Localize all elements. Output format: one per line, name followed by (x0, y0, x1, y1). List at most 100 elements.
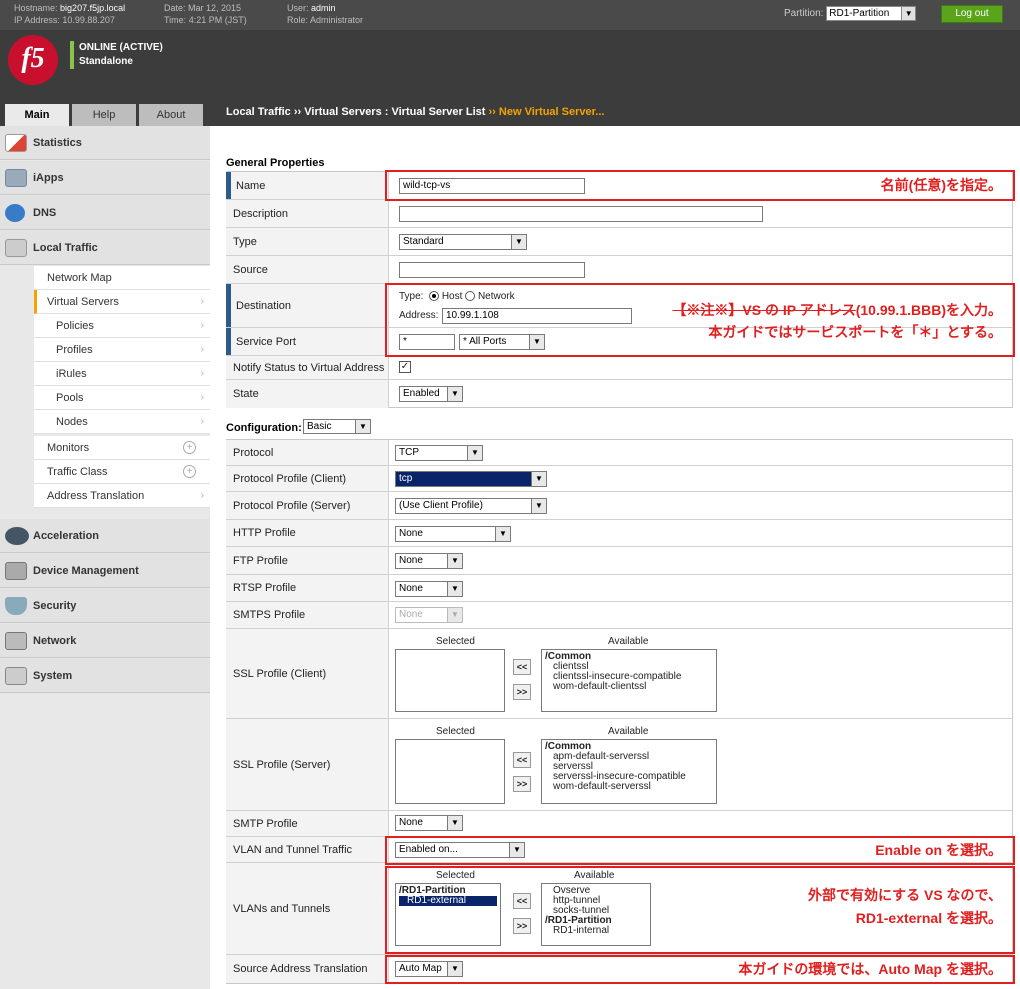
row-description: Description (226, 200, 1013, 228)
sidebar-label: Traffic Class (47, 466, 108, 478)
configuration-title: Configuration: (226, 422, 302, 434)
ssl-server-available-list[interactable]: /Common apm-default-serverssl serverssl … (541, 739, 717, 804)
chevron-right-icon: › (200, 392, 204, 403)
move-left-button[interactable]: << (513, 752, 531, 768)
date-info: Date: Mar 12, 2015 (164, 3, 241, 14)
name-label: Name (226, 172, 388, 199)
row-protocol: Protocol TCP ▼ (226, 440, 1013, 466)
chevron-down-icon: ▼ (531, 472, 546, 486)
list-item[interactable]: wom-default-serverssl (545, 782, 713, 792)
protocol-profile-client-select[interactable]: tcp ▼ (395, 471, 547, 487)
protocol-profile-server-value: (Use Client Profile) (399, 500, 483, 511)
sidebar-item-acceleration[interactable]: Acceleration (0, 519, 210, 553)
row-source: Source (226, 256, 1013, 284)
annotation-text-vlans-1: 外部で有効にする VS なので、 (807, 887, 1002, 903)
row-ssl-profile-client: SSL Profile (Client) Selected Available … (226, 629, 1013, 719)
sidebar-label: Profiles (56, 344, 93, 356)
list-item[interactable]: wom-default-clientssl (545, 682, 713, 692)
rtsp-profile-select[interactable]: None ▼ (395, 581, 463, 597)
protocol-profile-client-value: tcp (399, 473, 413, 484)
annotation-box-destination (385, 283, 1015, 357)
smtps-profile-value: None (399, 609, 423, 620)
ssl-client-selected-list[interactable] (395, 649, 505, 712)
device-status: ONLINE (ACTIVE) Standalone (70, 41, 163, 69)
notify-status-checkbox[interactable]: ✓ (399, 361, 411, 373)
configuration-mode-select[interactable]: Basic ▼ (303, 419, 371, 434)
state-select[interactable]: Enabled ▼ (399, 386, 463, 402)
add-icon[interactable]: + (183, 465, 196, 478)
tab-about[interactable]: About (139, 104, 203, 126)
chevron-right-icon: › (200, 368, 204, 379)
breadcrumb-local-traffic[interactable]: Local Traffic (226, 106, 291, 118)
sidebar-item-local-traffic[interactable]: Local Traffic (0, 231, 210, 265)
sidebar-item-statistics[interactable]: Statistics (0, 126, 210, 160)
row-ftp-profile: FTP Profile None ▼ (226, 547, 1013, 575)
type-label: Type (226, 228, 388, 255)
row-rtsp-profile: RTSP Profile None ▼ (226, 575, 1013, 602)
http-profile-label: HTTP Profile (226, 520, 388, 546)
http-profile-value: None (399, 528, 423, 539)
protocol-cell: TCP ▼ (388, 440, 1013, 465)
move-right-button[interactable]: >> (513, 684, 531, 700)
sidebar-item-irules[interactable]: iRules › (34, 362, 210, 386)
date-label: Date: (164, 3, 186, 13)
description-input[interactable] (399, 206, 763, 222)
protocol-profile-server-cell: (Use Client Profile) ▼ (388, 492, 1013, 519)
add-icon[interactable]: + (183, 441, 196, 454)
breadcrumb-virtual-servers[interactable]: Virtual Servers : Virtual Server List (304, 106, 485, 118)
type-value: Standard (403, 236, 444, 247)
ssl-client-available-list[interactable]: /Common clientssl clientssl-insecure-com… (541, 649, 717, 712)
smtps-profile-cell: None ▼ (388, 602, 1013, 628)
http-profile-select[interactable]: None ▼ (395, 526, 511, 542)
app-window: Hostname: big207.f5jp.local IP Address: … (0, 0, 1020, 989)
logout-button[interactable]: Log out (941, 5, 1003, 23)
sidebar-item-pools[interactable]: Pools › (34, 386, 210, 410)
status-standalone: Standalone (70, 55, 163, 69)
acceleration-gauge-icon (5, 527, 29, 545)
sidebar-item-iapps[interactable]: iApps (0, 161, 210, 195)
sidebar-item-nodes[interactable]: Nodes › (34, 410, 210, 434)
annotation-text-vlan-traffic: Enable on を選択。 (875, 842, 1002, 858)
sidebar-item-dns[interactable]: DNS (0, 196, 210, 230)
sidebar-item-security[interactable]: Security (0, 589, 210, 623)
sidebar-item-policies[interactable]: Policies › (34, 314, 210, 338)
available-header: Available (608, 726, 649, 737)
dns-globe-icon (5, 204, 25, 222)
sidebar-item-network-map[interactable]: Network Map (34, 266, 210, 290)
notify-status-cell: ✓ (388, 356, 1013, 379)
sidebar-item-profiles[interactable]: Profiles › (34, 338, 210, 362)
rtsp-profile-cell: None ▼ (388, 575, 1013, 601)
statistics-icon (5, 134, 27, 152)
sidebar-label: Policies (56, 320, 94, 332)
iapps-icon (5, 169, 27, 187)
ftp-profile-select[interactable]: None ▼ (395, 553, 463, 569)
chevron-down-icon: ▼ (447, 816, 462, 830)
ssl-profile-client-label: SSL Profile (Client) (226, 629, 388, 718)
partition-value: RD1-Partition (829, 8, 890, 19)
protocol-profile-server-select[interactable]: (Use Client Profile) ▼ (395, 498, 547, 514)
source-input[interactable] (399, 262, 585, 278)
chevron-down-icon: ▼ (511, 235, 526, 249)
ssl-server-selected-list[interactable] (395, 739, 505, 804)
sidebar-item-network[interactable]: Network (0, 624, 210, 658)
sidebar-item-system[interactable]: System (0, 659, 210, 693)
sidebar-item-traffic-class[interactable]: Traffic Class + (34, 460, 210, 484)
sidebar-item-virtual-servers[interactable]: Virtual Servers › (34, 290, 210, 314)
partition-select[interactable]: RD1-Partition ▼ (826, 6, 917, 21)
move-right-button[interactable]: >> (513, 776, 531, 792)
tab-main[interactable]: Main (5, 104, 69, 126)
sidebar-item-device-management[interactable]: Device Management (0, 554, 210, 588)
type-select[interactable]: Standard ▼ (399, 234, 527, 250)
sidebar-item-monitors[interactable]: Monitors + (34, 436, 210, 460)
chevron-right-icon: › (200, 296, 204, 307)
move-left-button[interactable]: << (513, 659, 531, 675)
smtp-profile-value: None (399, 817, 423, 828)
sidebar-label: Security (33, 600, 77, 612)
role-value: Administrator (310, 15, 364, 25)
smtp-profile-select[interactable]: None ▼ (395, 815, 463, 831)
row-protocol-profile-server: Protocol Profile (Server) (Use Client Pr… (226, 492, 1013, 520)
protocol-value: TCP (399, 447, 419, 458)
tab-help[interactable]: Help (72, 104, 136, 126)
protocol-select[interactable]: TCP ▼ (395, 445, 483, 461)
sidebar-item-address-translation[interactable]: Address Translation › (34, 484, 210, 508)
